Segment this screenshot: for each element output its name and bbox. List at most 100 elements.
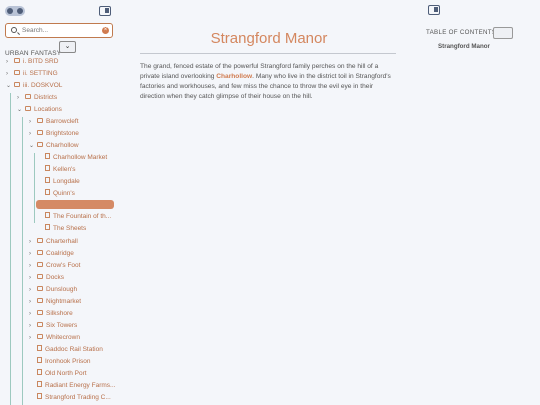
tree-folder[interactable]: › Six Towers (29, 320, 77, 332)
tree-item-label: Crow's Foot (46, 262, 81, 269)
chevron-right-icon: › (29, 323, 31, 329)
tree-folder[interactable]: › Dunslough (29, 284, 77, 296)
folder-icon (37, 309, 43, 315)
folder-icon (37, 297, 43, 303)
toc-heading: TABLE OF CONTENTS (426, 29, 497, 36)
tree-guide-line (10, 93, 11, 405)
tree-folder[interactable]: › Crow's Foot (29, 260, 80, 272)
chevron-right-icon: › (29, 131, 31, 137)
tree-folder[interactable]: › Docks (29, 272, 64, 284)
chevron-right-icon: › (29, 239, 31, 245)
tree-item-label: Kellen's (53, 166, 76, 173)
tree-item-label: The Sheets (53, 225, 87, 232)
chevron-right-icon: › (29, 311, 31, 317)
tree-file[interactable]: Gaddoc Rail Station (37, 344, 103, 356)
theme-toggle-icon[interactable] (5, 6, 25, 16)
tree-guide-line (22, 117, 23, 405)
tree-item-label: iii. DOSKVOL (23, 82, 63, 89)
tree-folder[interactable]: › Silkshore (29, 308, 73, 320)
tree-item-label: Districts (34, 94, 58, 101)
file-icon (45, 165, 50, 172)
tree-item-label: Ironhook Prison (45, 358, 91, 365)
file-icon (37, 381, 42, 388)
file-icon (45, 212, 50, 219)
tree-file[interactable]: Kellen's (45, 164, 76, 176)
tree-item-label: ii. SETTING (23, 70, 58, 77)
sidebar: × URBAN FANTASY ⌄ › i. BITD SRD › ii. SETT… (0, 0, 118, 405)
sidebar-panel-icon[interactable] (99, 6, 111, 16)
file-icon (37, 345, 42, 352)
toc-item[interactable]: Strangford Manor (438, 43, 490, 50)
tree-item-label: Nightmarket (46, 298, 82, 305)
tree-folder[interactable]: › i. BITD SRD (6, 56, 58, 68)
tree-item-label: Old North Port (45, 370, 87, 377)
sidebar-toolbar (0, 0, 118, 22)
search-icon (11, 27, 17, 33)
tree-file[interactable]: Old North Port (37, 368, 87, 380)
tree-folder[interactable]: › Coalridge (29, 248, 74, 260)
folder-icon (37, 273, 43, 279)
file-icon (45, 177, 50, 184)
tree-item-label: Dunslough (46, 286, 78, 293)
folder-icon (37, 285, 43, 291)
tree-item-label: i. BITD SRD (23, 58, 59, 65)
chevron-down-icon: ⌄ (29, 143, 35, 149)
tree-file[interactable]: The Fountain of th... (45, 211, 111, 223)
tree-file[interactable]: Strangford Trading C... (37, 392, 111, 404)
folder-icon (14, 81, 20, 87)
folder-icon (37, 249, 43, 255)
tree-item-label: Six Towers (46, 322, 78, 329)
tree-folder[interactable]: › Districts (17, 92, 57, 104)
selected-file-row[interactable] (36, 200, 114, 209)
tree-file[interactable]: Longdale (45, 176, 80, 188)
collapse-all-icon[interactable]: ⌄ (59, 41, 76, 53)
file-icon (37, 357, 42, 364)
search-field[interactable]: × (5, 23, 113, 38)
chevron-right-icon: › (29, 251, 31, 257)
title-divider (140, 53, 396, 54)
clear-icon[interactable]: × (102, 27, 109, 34)
toggle-knob-right (17, 8, 23, 14)
tree-item-label: Brightstone (46, 130, 79, 137)
tree-folder[interactable]: › Barrowcleft (29, 116, 79, 128)
page-title: Strangford Manor (210, 30, 328, 47)
internal-link[interactable]: Charhollow (216, 73, 252, 80)
tree-item-label: Coalridge (46, 250, 74, 257)
tree-folder[interactable]: ⌄ Charhollow (29, 140, 79, 152)
file-icon (45, 153, 50, 160)
search-input[interactable] (22, 25, 102, 36)
chevron-right-icon: › (6, 71, 8, 77)
tree-folder[interactable]: ⌄ iii. DOSKVOL (6, 80, 62, 92)
toc-panel-icon[interactable] (428, 5, 440, 15)
tree-folder[interactable]: › Nightmarket (29, 296, 81, 308)
tree-folder[interactable]: › Whitecrown (29, 332, 80, 344)
tree-file[interactable]: Quinn's (45, 188, 75, 200)
tree-file[interactable]: Ironhook Prison (37, 356, 91, 368)
file-icon (37, 393, 42, 400)
tree-item-label: Whitecrown (46, 334, 80, 341)
tree-folder[interactable]: › Charterhall (29, 236, 78, 248)
chevron-right-icon: › (17, 95, 19, 101)
tree-file[interactable]: Charhollow Market (45, 152, 107, 164)
chevron-right-icon: › (29, 119, 31, 125)
chevron-right-icon: › (29, 263, 31, 269)
chevron-right-icon: › (29, 335, 31, 341)
folder-icon (37, 237, 43, 243)
chevron-right-icon: › (29, 299, 31, 305)
vault-header: URBAN FANTASY (5, 42, 61, 57)
toggle-knob-left (7, 8, 13, 14)
chevron-down-icon: ⌄ (6, 83, 12, 89)
tree-item-label: Charterhall (46, 238, 78, 245)
tree-file[interactable]: The Sheets (45, 223, 86, 235)
chevron-down-icon: ⌄ (17, 107, 23, 113)
folder-icon (37, 117, 43, 123)
tree-folder[interactable]: › ii. SETTING (6, 68, 58, 80)
tree-folder[interactable]: ⌄ Locations (17, 104, 62, 116)
tree-guide-line (34, 153, 35, 223)
tree-file[interactable]: Radiant Energy Farms... (37, 380, 115, 392)
tree-folder[interactable]: › Brightstone (29, 128, 79, 140)
folder-icon (37, 141, 43, 147)
toc-options-button[interactable] (493, 27, 513, 39)
chevron-right-icon: › (29, 275, 31, 281)
folder-icon (25, 105, 31, 111)
